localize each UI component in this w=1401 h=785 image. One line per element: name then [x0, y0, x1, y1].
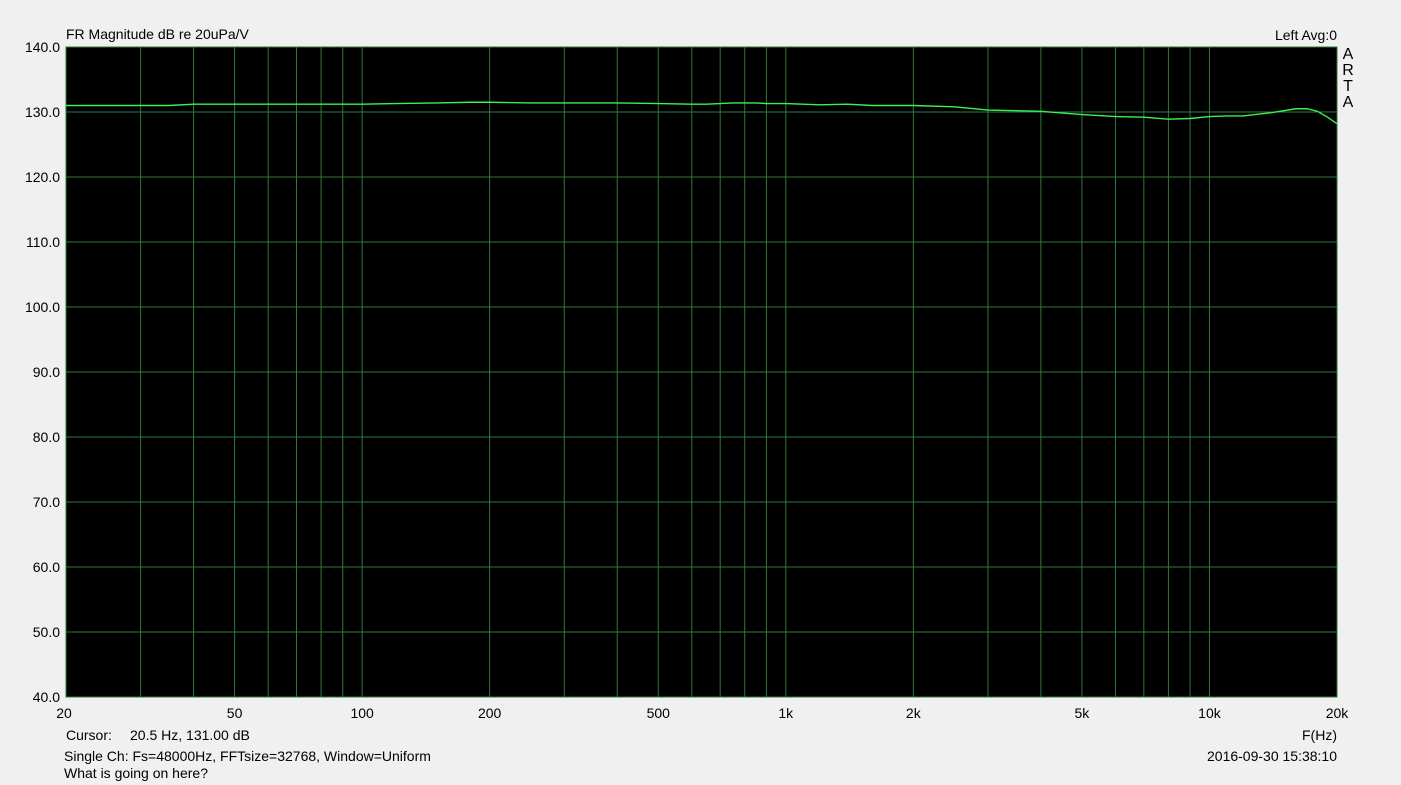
- x-axis-ticks: 20 50 100 200 500 1k 2k 5k 10k 20k: [56, 705, 1349, 721]
- x-tick-label: 50: [227, 705, 243, 721]
- y-tick-label: 70.0: [33, 494, 60, 510]
- measurement-settings: Single Ch: Fs=48000Hz, FFTsize=32768, Wi…: [64, 748, 431, 764]
- x-tick-label: 10k: [1198, 705, 1222, 721]
- y-tick-label: 140.0: [25, 39, 60, 55]
- y-tick-label: 80.0: [33, 429, 60, 445]
- y-tick-label: 110.0: [26, 234, 60, 250]
- x-tick-label: 100: [350, 705, 374, 721]
- watermark-letter: T: [1343, 78, 1353, 95]
- x-tick-label: 1k: [778, 705, 794, 721]
- timestamp: 2016-09-30 15:38:10: [1207, 748, 1337, 764]
- y-tick-label: 100.0: [25, 299, 60, 315]
- comment: What is going on here?: [64, 765, 208, 781]
- watermark-letter: A: [1342, 46, 1354, 63]
- y-tick-label: 60.0: [33, 559, 60, 575]
- x-tick-label: 20k: [1326, 705, 1350, 721]
- x-tick-label: 5k: [1075, 705, 1091, 721]
- watermark-letter: A: [1342, 94, 1354, 111]
- frequency-response-chart: 40.0 50.0 60.0 70.0 80.0 90.0 100.0 110.0 120.0 1…: [25, 39, 1349, 721]
- y-tick-label: 130.0: [25, 104, 60, 120]
- y-axis-ticks: 40.0 50.0 60.0 70.0 80.0 90.0 100.0 110.0 120.0 1…: [25, 39, 60, 705]
- cursor-readout: 20.5 Hz, 131.00 dB: [130, 727, 250, 743]
- x-tick-label: 2k: [906, 705, 922, 721]
- x-tick-label: 500: [647, 705, 671, 721]
- y-tick-label: 50.0: [33, 624, 60, 640]
- arta-watermark: A R T A: [1341, 47, 1355, 111]
- cursor-label: Cursor:: [66, 727, 112, 743]
- y-tick-label: 90.0: [33, 364, 60, 380]
- x-tick-label: 200: [478, 705, 502, 721]
- x-tick-label: 20: [56, 705, 72, 721]
- watermark-letter: R: [1342, 62, 1354, 79]
- y-tick-label: 40.0: [33, 689, 60, 705]
- x-axis-label: F(Hz): [1302, 727, 1337, 743]
- y-tick-label: 120.0: [25, 169, 60, 185]
